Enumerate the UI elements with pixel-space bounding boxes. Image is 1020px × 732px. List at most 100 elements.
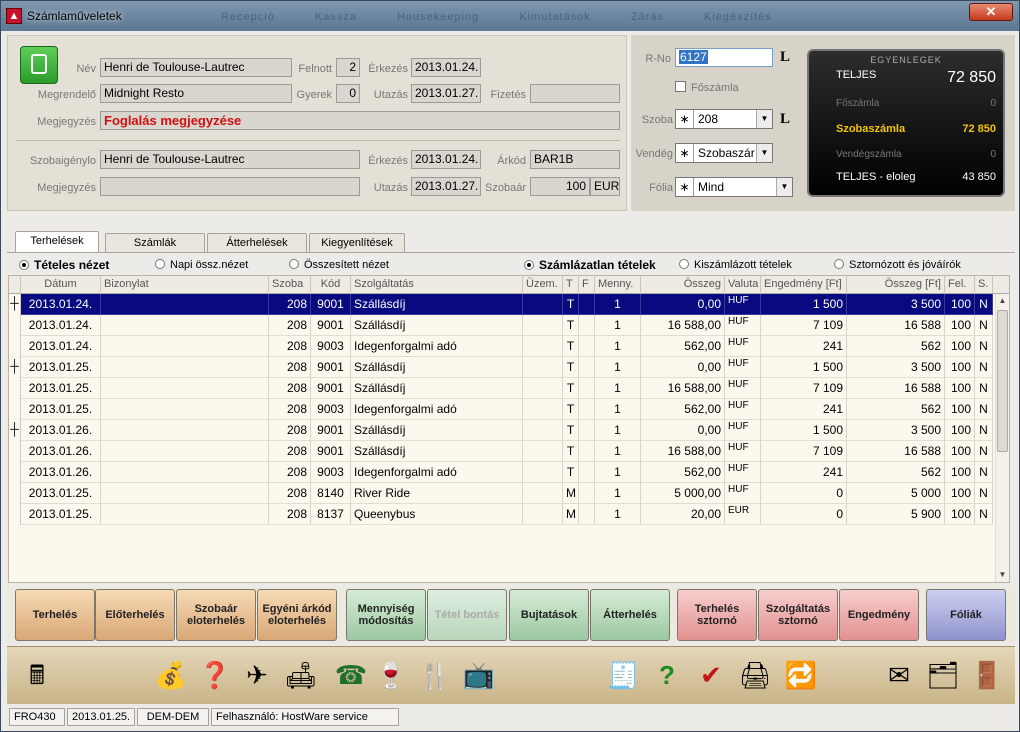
room-select[interactable]: ∗ 208 ▼ [675,109,773,129]
arrival-field[interactable]: 2013.01.24. [411,58,481,77]
row-expand-marker[interactable] [9,441,21,462]
table-row[interactable]: 2013.01.25. 208 8137 Queenybus M 1 20,00 EUR 0 5 … [9,504,993,525]
req-arrival-field[interactable]: 2013.01.24. [411,150,481,169]
orderer-field[interactable]: Midnight Resto [100,84,292,103]
refresh-icon[interactable]: 🔁 [783,657,819,693]
col-document[interactable]: Bizonylat [101,276,269,294]
col-unit[interactable]: Üzem. [523,276,563,294]
col-currency[interactable]: Valuta [725,276,761,294]
folios-button[interactable]: Fóliák [926,589,1006,641]
money-icon[interactable]: 💰 [153,657,189,693]
name-field[interactable]: Henri de Toulouse-Lautrec [100,58,292,77]
folders-icon[interactable]: 🗂 [925,657,961,693]
help-question-icon[interactable]: ❓ [197,657,233,693]
table-row[interactable]: 2013.01.24. 208 9001 Szállásdíj T 1 16 588,00 H… [9,315,993,336]
col-amount[interactable]: Összeg [641,276,725,294]
radio-summary[interactable]: Összesített nézet [289,259,389,271]
television-icon[interactable]: 📺 [461,657,497,693]
discount-button[interactable]: Engedmény [839,589,919,641]
mail-icon[interactable]: ✉ [881,657,917,693]
table-row[interactable]: ┼ 2013.01.25. 208 9001 Szállásdíj T 1 0,00 HUF 1 … [9,357,993,378]
checklist-icon[interactable]: ✔ [693,657,729,693]
row-expand-marker[interactable]: ┼ [9,357,21,378]
radio-reversed[interactable]: Sztornózott és jóváírók [834,259,961,271]
exit-door-icon[interactable]: 🚪 [969,657,1005,693]
room-rate-precharge-button[interactable]: Szobaár eloterhelés [176,589,256,641]
row-expand-marker[interactable] [9,504,21,525]
table-row[interactable]: 2013.01.25. 208 9003 Idegenforgalmi adó T 1 56… [9,399,993,420]
col-date[interactable]: Dátum [21,276,101,294]
row-expand-marker[interactable] [9,378,21,399]
col-s[interactable]: S. [975,276,993,294]
custom-rate-precharge-button[interactable]: Egyéni árkód eloterhelés [257,589,337,641]
requester-field[interactable]: Henri de Toulouse-Lautrec [100,150,360,169]
payment-field[interactable] [530,84,620,103]
radio-invoiced[interactable]: Kiszámlázott tételek [679,259,792,271]
col-discount[interactable]: Engedmény [Ft] [761,276,847,294]
roomrate-field[interactable]: 100 [530,177,590,196]
scroll-up-icon[interactable]: ▲ [996,294,1009,308]
adult-field[interactable]: 2 [336,58,360,77]
lounge-chair-icon[interactable]: 🛋 [283,657,319,693]
table-row[interactable]: 2013.01.26. 208 9001 Szállásdíj T 1 16 588,00 H… [9,441,993,462]
radio-uninvoiced[interactable]: Számlázatlan tételek [524,258,656,272]
precharge-button[interactable]: Előterhelés [95,589,175,641]
transfer-button[interactable]: Átterhelés [590,589,670,641]
rno-field[interactable]: 6127 [675,48,773,67]
row-expand-marker[interactable] [9,336,21,357]
invoice-icon[interactable]: 🧾 [605,657,641,693]
tab-charges[interactable]: Terhelések [15,231,99,253]
tab-invoices[interactable]: Számlák [105,233,205,253]
departure-field[interactable]: 2013.01.27. [411,84,481,103]
child-field[interactable]: 0 [336,84,360,103]
row-expand-marker[interactable]: ┼ [9,294,21,315]
charge-button[interactable]: Terhelés [15,589,95,641]
ratecode-field[interactable]: BAR1B [530,150,620,169]
printer-icon[interactable]: 🖨 [737,657,773,693]
close-button[interactable]: ✕ [969,3,1013,21]
scroll-down-icon[interactable]: ▼ [996,568,1009,582]
airplane-icon[interactable]: ✈ [239,657,275,693]
col-t[interactable]: T [563,276,579,294]
folio-select[interactable]: ∗ Mind ▼ [675,177,793,197]
req-departure-field[interactable]: 2013.01.27. [411,177,481,196]
hide-items-button[interactable]: Bujtatások [509,589,589,641]
split-item-button[interactable]: Tétel bontás [427,589,507,641]
guest-select[interactable]: ∗ Szobaszár ▼ [675,143,773,163]
col-total[interactable]: Összeg [Ft] [847,276,945,294]
scroll-thumb[interactable] [997,310,1008,452]
charge-reverse-button[interactable]: Terhelés sztornó [677,589,757,641]
table-row[interactable]: 2013.01.26. 208 9003 Idegenforgalmi adó T 1 56… [9,462,993,483]
col-service[interactable]: Szolgáltatás [351,276,523,294]
cutlery-icon[interactable]: 🍴 [417,657,453,693]
col-fel[interactable]: Fel. [945,276,975,294]
cash-register-icon[interactable]: 🖩 [19,657,55,693]
service-reverse-button[interactable]: Szolgáltatás sztornó [758,589,838,641]
radio-itemized[interactable]: Tételes nézet [19,258,109,272]
tab-settlements[interactable]: Kiegyenlítések [309,233,405,253]
row-expand-marker[interactable] [9,315,21,336]
table-row[interactable]: 2013.01.25. 208 9001 Szállásdíj T 1 16 588,00 H… [9,378,993,399]
table-row[interactable]: ┼ 2013.01.26. 208 9001 Szállásdíj T 1 0,00 HUF 1 … [9,420,993,441]
table-row[interactable]: ┼ 2013.01.24. 208 9001 Szállásdíj T 1 0,00 HUF 1 … [9,294,993,315]
note-field[interactable]: Foglalás megjegyzése [100,111,620,130]
telephone-icon[interactable]: ☎ [333,657,369,693]
tab-transfers[interactable]: Átterhelések [207,233,307,253]
drink-glass-icon[interactable]: 🍷 [373,657,409,693]
row-expand-marker[interactable] [9,399,21,420]
table-row[interactable]: 2013.01.25. 208 8140 River Ride M 1 5 000,00 HU… [9,483,993,504]
quantity-modify-button[interactable]: Mennyiség módosítás [346,589,426,641]
col-qty[interactable]: Menny. [595,276,641,294]
req-note-field[interactable] [100,177,360,196]
vertical-scrollbar[interactable]: ▲ ▼ [995,294,1009,582]
col-code[interactable]: Kód [311,276,351,294]
radio-daily[interactable]: Napi össz.nézet [155,259,248,271]
col-room[interactable]: Szoba [269,276,311,294]
row-expand-marker[interactable]: ┼ [9,420,21,441]
question-mark-icon[interactable]: ? [649,657,685,693]
col-f[interactable]: F [579,276,595,294]
row-expand-marker[interactable] [9,462,21,483]
main-account-checkbox[interactable]: Főszámla [675,81,739,94]
row-expand-marker[interactable] [9,483,21,504]
table-row[interactable]: 2013.01.24. 208 9003 Idegenforgalmi adó T 1 56… [9,336,993,357]
